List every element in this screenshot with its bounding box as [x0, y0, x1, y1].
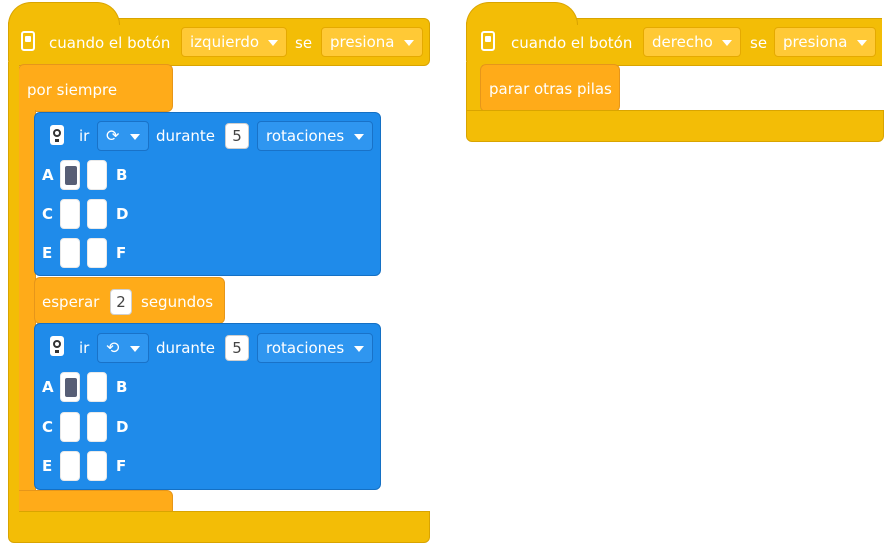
- event-joiner-label: se: [295, 34, 313, 52]
- when-button-hat-block[interactable]: cuando el botón izquierdo se presiona: [8, 2, 430, 66]
- port-label-a: A: [42, 166, 54, 184]
- rotations-input[interactable]: 5: [225, 123, 249, 149]
- port-a-toggle[interactable]: [60, 372, 80, 402]
- chevron-down-icon: [857, 40, 867, 46]
- motor-verb-label: ir: [79, 127, 90, 145]
- button-side-value: izquierdo: [190, 33, 260, 51]
- direction-dropdown[interactable]: ⟲: [97, 333, 149, 363]
- button-side-dropdown[interactable]: izquierdo: [181, 27, 287, 57]
- chevron-down-icon: [354, 134, 364, 140]
- port-label-e: E: [42, 457, 53, 475]
- wait-label: esperar: [42, 293, 100, 311]
- event-prefix-label: cuando el botón: [49, 34, 171, 52]
- direction-dropdown[interactable]: ⟳: [97, 121, 149, 151]
- unit-value: rotaciones: [266, 339, 345, 357]
- motor-verb-label: ir: [79, 339, 90, 357]
- event-joiner-label: se: [750, 34, 768, 52]
- button-action-dropdown[interactable]: presiona: [774, 27, 876, 57]
- port-label-c: C: [42, 205, 54, 223]
- port-e-toggle[interactable]: [60, 238, 80, 268]
- event-prefix-label: cuando el botón: [511, 34, 633, 52]
- during-label: durante: [156, 127, 216, 145]
- chevron-down-icon: [354, 346, 364, 352]
- rotate-clockwise-icon: ⟳: [106, 126, 120, 145]
- hat-block-left-rail: [8, 62, 19, 514]
- port-label-a: A: [42, 378, 54, 396]
- port-d-toggle[interactable]: [87, 199, 107, 229]
- hub-button-icon: [481, 31, 495, 51]
- stop-other-stacks-label: parar otras pilas: [489, 80, 612, 98]
- port-c-toggle[interactable]: [60, 199, 80, 229]
- motor-run-block[interactable]: ir ⟲ durante 5 rotaciones A B C D E F: [34, 323, 381, 490]
- chevron-down-icon: [130, 346, 140, 352]
- port-label-b: B: [116, 166, 128, 184]
- motor-run-block[interactable]: ir ⟳ durante 5 rotaciones A B C D E F: [34, 112, 381, 276]
- port-d-toggle[interactable]: [87, 412, 107, 442]
- port-f-toggle[interactable]: [87, 238, 107, 268]
- unit-dropdown[interactable]: rotaciones: [257, 333, 373, 363]
- button-side-dropdown[interactable]: derecho: [643, 27, 741, 57]
- forever-block-header[interactable]: por siempre: [18, 64, 173, 112]
- port-f-toggle[interactable]: [87, 451, 107, 481]
- button-action-value: presiona: [330, 33, 395, 51]
- port-a-toggle[interactable]: [60, 160, 80, 190]
- port-label-d: D: [116, 205, 129, 223]
- port-c-toggle[interactable]: [60, 412, 80, 442]
- hat-block-cap: [466, 2, 578, 25]
- hat-block-footer: [466, 110, 884, 142]
- rotate-counterclockwise-icon: ⟲: [106, 338, 120, 357]
- unit-dropdown[interactable]: rotaciones: [257, 121, 373, 151]
- when-button-hat-block[interactable]: cuando el botón derecho se presiona: [466, 2, 882, 66]
- forever-label: por siempre: [27, 81, 118, 99]
- wait-unit-label: segundos: [141, 293, 214, 311]
- port-label-f: F: [116, 244, 127, 262]
- button-action-dropdown[interactable]: presiona: [321, 27, 423, 57]
- button-side-value: derecho: [652, 33, 713, 51]
- port-label-c: C: [42, 418, 54, 436]
- port-label-d: D: [116, 418, 129, 436]
- hat-block-footer: [8, 511, 430, 543]
- port-label-e: E: [42, 244, 53, 262]
- hub-button-icon: [21, 31, 35, 51]
- port-b-toggle[interactable]: [87, 160, 107, 190]
- chevron-down-icon: [722, 40, 732, 46]
- stop-other-stacks-block[interactable]: parar otras pilas: [480, 64, 620, 112]
- motor-icon: [50, 125, 64, 145]
- during-label: durante: [156, 339, 216, 357]
- wait-seconds-input[interactable]: 2: [110, 289, 132, 315]
- chevron-down-icon: [268, 40, 278, 46]
- chevron-down-icon: [404, 40, 414, 46]
- port-label-b: B: [116, 378, 128, 396]
- port-label-f: F: [116, 457, 127, 475]
- unit-value: rotaciones: [266, 127, 345, 145]
- button-action-value: presiona: [783, 33, 848, 51]
- chevron-down-icon: [130, 134, 140, 140]
- wait-block[interactable]: esperar 2 segundos: [34, 277, 225, 324]
- port-e-toggle[interactable]: [60, 451, 80, 481]
- rotations-input[interactable]: 5: [225, 335, 249, 361]
- hat-block-cap: [8, 2, 120, 25]
- port-b-toggle[interactable]: [87, 372, 107, 402]
- motor-icon: [50, 336, 64, 356]
